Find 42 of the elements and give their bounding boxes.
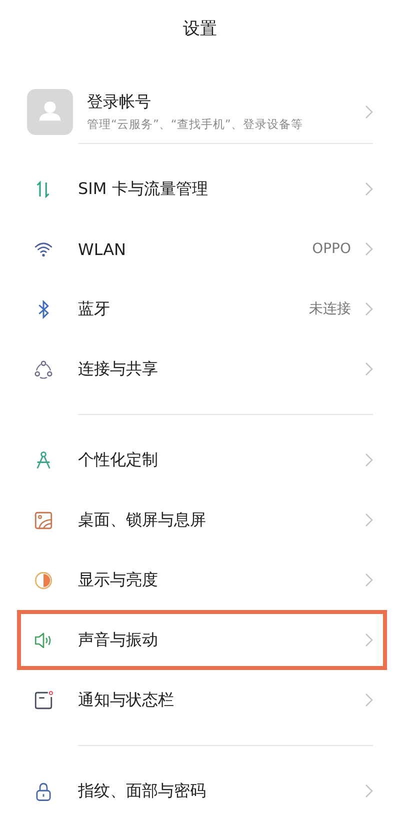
chevron-icon (365, 362, 373, 376)
setting-row[interactable]: 通知与状态栏 (0, 670, 400, 730)
setting-label: 蓝牙 (78, 298, 111, 320)
chevron-icon (365, 182, 373, 196)
share-icon (33, 358, 54, 380)
chevron-icon (365, 513, 373, 527)
chevron-icon (365, 453, 373, 467)
setting-row[interactable]: SIM 卡与流量管理 (0, 159, 400, 219)
account-name[interactable]: 登录帐号 (87, 92, 365, 113)
chevron-icon (365, 573, 373, 587)
setting-label: 连接与共享 (78, 358, 159, 380)
page-title: 设置 (183, 18, 217, 40)
chevron-icon (365, 242, 373, 256)
chevron-icon (365, 784, 373, 798)
wallpaper-icon (33, 510, 54, 530)
avatar-icon (27, 89, 73, 135)
setting-label: 通知与状态栏 (78, 690, 175, 710)
setting-label: WLAN (78, 240, 128, 258)
setting-label: 指纹、面部与密码 (78, 780, 207, 802)
setting-label: 个性化定制 (78, 450, 159, 470)
setting-label: 声音与振动 (78, 630, 159, 650)
setting-row[interactable]: 桌面、锁屏与息屏 (0, 490, 400, 550)
setting-row[interactable]: 蓝牙 未连接 (0, 279, 400, 339)
setting-row[interactable]: WLAN OPPO (0, 219, 400, 279)
chevron-icon (365, 693, 373, 707)
setting-label: SIM 卡与流量管理 (78, 178, 209, 200)
setting-value: 未连接 (309, 300, 351, 318)
notification-icon (33, 690, 54, 710)
setting-value: OPPO (312, 241, 351, 257)
setting-row[interactable]: 显示与亮度 (0, 550, 400, 610)
chevron-icon (365, 633, 373, 647)
chevron-icon (365, 105, 373, 119)
setting-label: 显示与亮度 (78, 570, 159, 590)
setting-row[interactable]: 个性化定制 (0, 430, 400, 490)
account-subtitle: 管理“云服务”、“查找手机”、登录设备等 (87, 117, 304, 132)
lock-icon (33, 780, 54, 802)
highlighted-setting-row[interactable]: 声音与振动 (17, 610, 387, 670)
chevron-icon (365, 302, 373, 316)
setting-row[interactable]: 指纹、面部与密码 (0, 761, 400, 821)
half-circle-icon (33, 570, 54, 590)
setting-row[interactable]: 连接与共享 (0, 339, 400, 399)
setting-label: 桌面、锁屏与息屏 (78, 510, 207, 530)
